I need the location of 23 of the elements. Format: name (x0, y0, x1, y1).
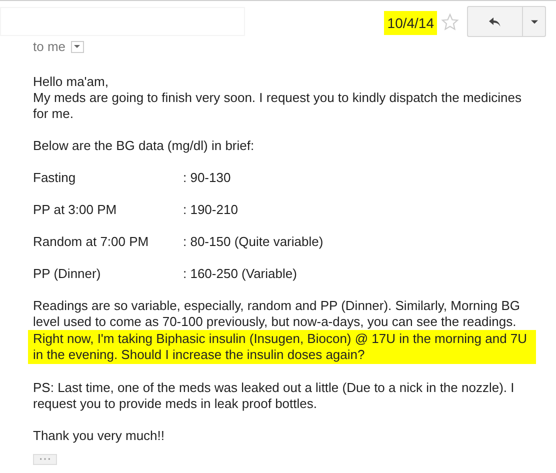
paragraph-text: Hello ma'am, (33, 74, 110, 90)
reading-value: : 160-250 (Variable) (183, 266, 297, 282)
recipient-text: to me (33, 38, 66, 56)
paragraph-text: PS: Last time, one of the meds was leaked out a little (Due to a nick in the nozzle). I request you to provide meds in leak proof bottles. (33, 380, 516, 412)
paragraph-text: Thank you very much!! (33, 428, 166, 444)
reading-label: Fasting (33, 170, 77, 186)
reading-value: : 90-130 (183, 170, 231, 186)
paragraph-text: My meds are going to finish very soon. I request you to kindly dispatch the medicines for me. (33, 90, 522, 122)
paragraph-text: Readings are so variable, especially, random and PP (Dinner). Similarly, Morning BG level used to come as 70-100 previously, but now-a-days, you can see the readings. (33, 298, 521, 330)
highlighted-paragraph: Right now, I'm taking Biphasic insulin (Insugen, Biocon) @ 17U in the morning and 7U in the evening. Should I increase the insulin doses again? (28, 330, 536, 364)
reading-label: PP (Dinner) (33, 266, 102, 282)
reading-label: PP at 3:00 PM (33, 202, 118, 218)
details-dropdown[interactable] (70, 40, 84, 53)
date-text: 10/4/14 (384, 11, 437, 35)
reading-value: : 80-150 (Quite variable) (183, 234, 324, 250)
show-trimmed-button[interactable] (33, 454, 57, 464)
caret-icon (530, 20, 538, 24)
caret-icon (74, 45, 80, 48)
reply-icon (488, 16, 502, 28)
paragraph-text: Below are the BG data (mg/dl) in brief: (33, 138, 256, 154)
reading-label: Random at 7:00 PM (33, 234, 150, 250)
reading-value: : 190-210 (183, 202, 238, 218)
star-icon[interactable] (441, 13, 459, 31)
